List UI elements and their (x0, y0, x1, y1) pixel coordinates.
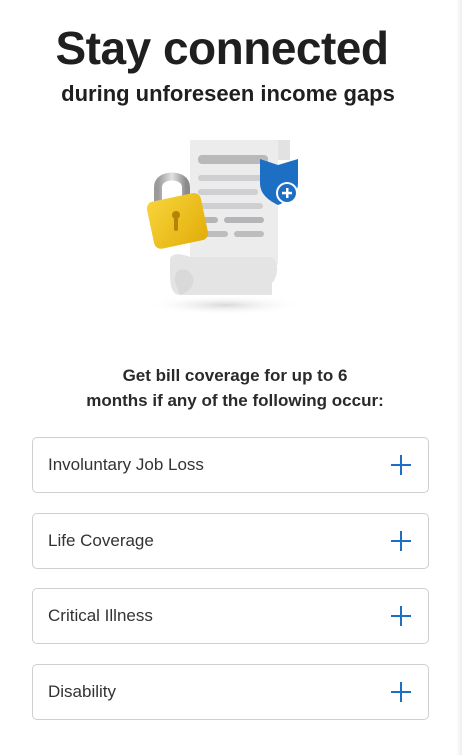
plus-icon[interactable] (390, 454, 412, 476)
accordion-involuntary-job-loss[interactable]: Involuntary Job Loss (32, 437, 429, 493)
plus-icon[interactable] (390, 530, 412, 552)
accordion-label: Disability (48, 682, 117, 701)
right-edge-divider (456, 0, 462, 755)
page: Stay connected during unforeseen income … (0, 0, 462, 755)
accordion-life-coverage[interactable]: Life Coverage (32, 513, 429, 569)
page-subtitle: during unforeseen income gaps (61, 81, 395, 106)
accordion-label: Involuntary Job Loss (48, 455, 204, 474)
coverage-intro-line1: Get bill coverage for up to 6 (122, 366, 348, 385)
accordion-critical-illness[interactable]: Critical Illness (32, 588, 429, 644)
coverage-intro-line2: months if any of the following occur: (86, 391, 384, 410)
page-title: Stay connected (55, 22, 390, 74)
accordion-label: Critical Illness (48, 606, 153, 625)
bill-protection-illustration (140, 135, 310, 320)
accordion-label: Life Coverage (48, 531, 154, 550)
coverage-intro: Get bill coverage for up to 6 months if … (0, 363, 462, 413)
bill-lock-shield-icon (145, 140, 305, 315)
plus-icon[interactable] (390, 681, 412, 703)
plus-icon[interactable] (390, 605, 412, 627)
accordion-disability[interactable]: Disability (32, 664, 429, 720)
